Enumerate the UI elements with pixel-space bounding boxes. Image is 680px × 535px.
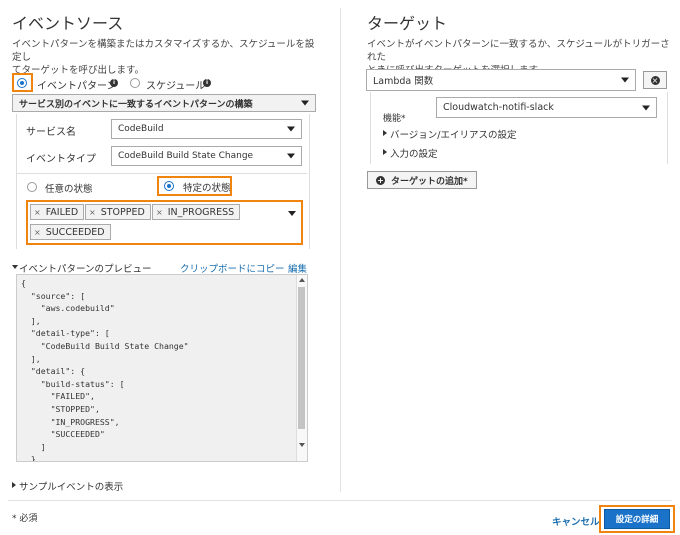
target-type-select[interactable]: Lambda 関数 [366,69,636,91]
code-line: "SUCCEEDED" [21,429,105,440]
code-line: } [21,454,36,462]
chevron-down-icon [642,105,650,110]
service-name-value: CodeBuild [118,124,164,134]
configure-details-button[interactable]: 設定の詳細 [604,509,670,529]
code-line: "aws.codebuild" [21,303,115,314]
scroll-up-icon[interactable] [299,278,305,282]
code-line: "FAILED", [21,391,95,402]
chevron-down-icon [287,153,295,159]
collapse-arrow-icon[interactable] [12,265,18,269]
pattern-preview-box: { "source": [ "aws.codebuild" ], "detail… [16,274,308,462]
any-state-label: 任意の状態 [45,184,93,195]
state-chip-label: FAILED [45,206,79,218]
code-line: { [21,278,26,288]
event-type-value: CodeBuild Build State Change [118,151,254,161]
copy-to-clipboard-link[interactable]: クリップボードにコピー [180,261,285,275]
service-name-label: サービス名 [26,127,76,138]
function-value: Cloudwatch-notifi-slack [443,102,554,113]
state-chip[interactable]: × FAILED [30,204,85,220]
code-line: ] [21,441,46,452]
close-icon[interactable]: × [34,208,41,217]
footer-divider [8,500,672,501]
remove-target-button[interactable]: × [643,71,667,89]
add-target-button[interactable]: + ターゲットの追加* [367,171,477,189]
code-line: "build-status": [ [21,378,125,389]
specific-state-radio[interactable] [164,181,174,191]
code-line: ], [21,315,41,326]
remove-icon: × [650,75,660,85]
code-line: ], [21,353,41,364]
state-chip-label: SUCCEEDED [45,226,105,238]
event-type-select[interactable]: CodeBuild Build State Change [111,146,302,166]
schedule-radio-label: スケジュール [146,81,206,92]
chevron-down-icon [621,77,629,83]
code-line: "source": [ [21,290,86,301]
event-pattern-radio[interactable] [17,78,27,88]
cancel-link[interactable]: キャンセル [552,514,600,528]
scrollbar-thumb[interactable] [298,287,305,429]
chevron-down-icon [301,100,309,106]
event-source-title: イベントソース [12,14,124,33]
function-label: 機能* [383,114,406,124]
event-source-description: イベントパターンを構築またはカスタマイズするか、スケジュールを設定し てターゲッ… [12,38,322,77]
target-type-value: Lambda 関数 [373,76,434,87]
function-select[interactable]: Cloudwatch-notifi-slack [436,97,657,118]
expand-arrow-icon[interactable] [383,149,387,155]
schedule-radio[interactable] [130,78,140,88]
close-icon[interactable]: × [89,208,96,217]
state-chip[interactable]: × IN_PROGRESS [152,204,241,220]
code-line: "CodeBuild Build State Change" [21,340,189,351]
close-icon[interactable]: × [156,208,163,217]
sample-events-toggle[interactable]: サンプルイベントの表示 [19,479,123,493]
pattern-mode-select-value: サービス別のイベントに一致するイベントパターンの構築 [19,99,253,110]
divider [17,173,307,174]
preview-title: イベントパターンのプレビュー [19,264,152,275]
chevron-down-icon [287,126,295,132]
any-state-radio[interactable] [27,182,37,192]
required-note: * 必須 [12,514,38,524]
chevron-down-icon[interactable] [288,211,296,216]
code-line: "IN_PROGRESS", [21,416,120,427]
scrollbar[interactable] [296,275,307,461]
input-config-toggle[interactable]: 入力の設定 [390,146,438,160]
code-line: "STOPPED", [21,403,100,414]
version-alias-toggle[interactable]: バージョン/エイリアスの設定 [390,127,517,141]
target-title: ターゲット [367,14,448,33]
panel-divider [340,8,341,492]
state-chip[interactable]: × STOPPED [85,204,151,220]
event-type-label: イベントタイプ [26,154,96,165]
state-chip-label: STOPPED [100,206,145,218]
close-icon[interactable]: × [34,228,41,237]
expand-arrow-icon[interactable] [383,130,387,136]
service-name-select[interactable]: CodeBuild [111,119,302,139]
event-source-description-line2: てターゲットを呼び出します。 [12,65,145,76]
scroll-down-icon[interactable] [299,443,305,447]
pattern-mode-select[interactable]: サービス別のイベントに一致するイベントパターンの構築 [12,94,316,112]
target-description-line1: イベントがイベントパターンに一致するか、スケジュールがトリガーされた [367,39,670,63]
event-pattern-radio-label: イベントパターン [37,81,117,92]
event-source-description-line1: イベントパターンを構築またはカスタマイズするか、スケジュールを設定し [12,39,315,63]
add-target-label: ターゲットの追加* [391,176,468,187]
state-chip[interactable]: × SUCCEEDED [30,224,111,240]
add-icon: + [376,175,385,185]
code-line: "detail-type": [ [21,328,110,339]
specific-state-label: 特定の状態 [183,183,231,194]
edit-link[interactable]: 編集 [288,261,307,275]
code-line: "detail": { [21,366,86,377]
code-lines: { "source": [ "aws.codebuild" ], "detail… [21,277,189,462]
expand-arrow-icon[interactable] [12,482,16,488]
configure-details-label: 設定の詳細 [615,515,659,525]
info-icon[interactable]: i [110,79,118,87]
info-icon[interactable]: i [203,79,211,87]
state-chip-label: IN_PROGRESS [167,206,235,218]
